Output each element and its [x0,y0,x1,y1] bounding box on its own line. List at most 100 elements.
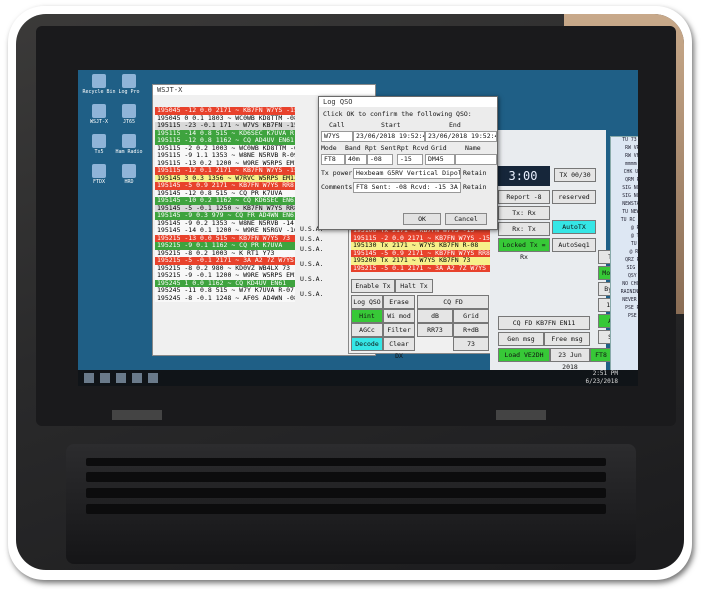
auto-tx-button[interactable]: AutoTX [552,220,596,234]
taskbar-clock[interactable]: 2:51 PM 6/23/2018 [585,370,618,386]
comments-field[interactable]: FT8 Sent: -08 Rcvd: -15 3A A2 [353,182,461,193]
macro-item[interactable]: QSY 2M 73 [611,273,638,281]
desktop-icon[interactable]: Tx5 [82,134,116,155]
macro-item[interactable]: TU NEWBAND 73 [611,209,638,217]
macro-item[interactable]: QRM PSE AGN [611,177,638,185]
retain-checkbox-2[interactable]: Retain [463,183,486,191]
macro-item[interactable]: PSE RPT RPT [611,305,638,313]
retain-checkbox-1[interactable]: Retain [463,169,486,177]
decode-row[interactable]: 195145 -5 -0.1 1250 ~ KB7FN W7YS RR8 [155,204,295,212]
macro-item[interactable]: TU RC BANDS 73 [611,217,638,225]
gen-msg-radio[interactable]: Gen msg [498,332,544,346]
macro-item[interactable]: SIG NO CPY 73 [611,193,638,201]
decode-row[interactable]: 195215 -9 -0.1 1200 ~ W9RE W5RPS EM13 [155,272,295,280]
decode-row[interactable]: 195145 3 0.3 1356 ~ W7RVC W5RPS EM13 [155,174,295,182]
rx-row[interactable]: 195215 -5 0.1 2171 ~ 3A A2 7Z W7YS [351,264,491,272]
decode-row[interactable]: 195115 -13 0.2 1200 ~ W9RE W5RPS EM13 [155,159,295,167]
agc-button[interactable]: AGCc [351,323,383,337]
73-button[interactable]: 73 [453,337,489,351]
rx-list[interactable]: 195100 Tx 2171 ~ KB7FN W7YS -15 195115 -… [351,227,491,272]
start-icon[interactable] [84,373,94,383]
macro-item[interactable]: TU D 73 [611,241,638,249]
decode-row[interactable]: 195245 -8 -0.1 1248 ~ AF0S AD4WN -08 [155,294,295,302]
report-spinbox[interactable]: Report -8 [498,190,550,204]
macro-item[interactable]: TU 73 NOW QRT [611,137,638,145]
decode-row[interactable]: 195115 -12 0.8 1162 ~ CQ AD4UV EN61 [155,137,295,145]
macro-item[interactable]: NEVER MIND 73 [611,297,638,305]
macro-item[interactable]: CHK UR CLOCK [611,169,638,177]
tx-power-field[interactable]: Hexbeam G5RV Vertical Dipole 6m EDZ [353,168,461,179]
rx-row[interactable]: 195130 Tx 2171 ~ W7YS KB7FN R-08 [351,242,491,250]
reserved-button[interactable]: reserved [552,190,596,204]
load-button[interactable]: Load VE2DH [498,348,550,362]
rpt-rcvd-field[interactable]: -15 [397,154,423,165]
ok-button[interactable]: OK [403,213,441,225]
decode-row[interactable]: 195145 -9 0.2 1353 ~ W8NE N5RVB -14 [155,219,295,227]
decode-row[interactable]: 195115 -12 0.1 2171 ~ KB7FN W7YS -15 [155,167,295,175]
start-field[interactable]: 23/06/2018 19:52:46 [353,131,425,142]
macro-item[interactable]: PSE SPLIT [611,313,638,321]
decode-row[interactable]: 195145 -5 0.9 2171 ~ KB7FN W7YS RR8 [155,182,295,190]
decode-row[interactable]: 195215 -13 0.0 515 ~ KB7FN W7YS 73 [155,234,295,242]
decode-row[interactable]: 195145 -10 0.2 1162 ~ CQ KD6SEC EN61 [155,197,295,205]
decode-row[interactable]: 195215 -8 0.2 1003 ~ K RT1 Y73 [155,249,295,257]
desktop-icon[interactable]: Log Pro [112,74,146,95]
macro-item[interactable]: RW VRY TU73 [611,145,638,153]
macro-item[interactable]: @ RC 73 [611,225,638,233]
desktop-icon[interactable]: JT65 [112,104,146,125]
grid-button[interactable]: Grid [453,309,489,323]
cq-fd-field[interactable]: CQ FD [417,295,489,309]
desktop-icon[interactable]: Recycle Bin [82,74,116,95]
wi-mod-button[interactable]: Wi mod [383,309,415,323]
decode-row[interactable]: 195045 0 0.1 1803 ~ WC0WB KD8TTM -08 [155,114,295,122]
locked-tx-rx-checkbox[interactable]: Locked Tx = Rx [498,238,550,261]
desktop-icon[interactable]: FTDX [82,164,116,185]
rr73-button[interactable]: RR73 [417,323,453,337]
macro-list[interactable]: TU 73 NOW QRT RW VRY TU73 RW VFL TU73 mm… [610,136,638,380]
grid-field[interactable]: DM45 [425,154,455,165]
free-msg-radio[interactable]: Free msg [544,332,590,346]
halt-tx-button[interactable]: Halt Tx [395,279,433,293]
decode-row[interactable]: 195215 -8 0.2 980 ~ KD0VZ WB4LX 73 [155,264,295,272]
rdb-button[interactable]: R+dB [453,323,489,337]
decode-row[interactable]: 195115 -23 -0.1 171 ~ W7VS KB7FN -15 [155,122,295,130]
macro-item[interactable]: SIG NIL 73 [611,265,638,273]
macro-item[interactable]: RW VFL TU73 [611,153,638,161]
macro-item[interactable]: @ TU 73 [611,233,638,241]
decode-row[interactable]: 195245 -11 0.8 515 ~ W7Y K7UVA R-07 [155,287,295,295]
decode-row[interactable]: 195115 -2 0.2 1003 ~ WC0WB KD8TTM -09 [155,144,295,152]
tx-period[interactable]: TX 00/30 [554,168,596,182]
auto-seq-checkbox[interactable]: AutoSeq1 [552,238,596,252]
macro-item[interactable]: QRZ PSE AGN [611,257,638,265]
search-icon[interactable] [100,373,110,383]
decode-row[interactable]: 195245 1 0.0 1162 ~ CQ KD4UV EN61 [155,279,295,287]
task-view-icon[interactable] [116,373,126,383]
decode-row[interactable]: 195215 -9 0.1 1162 ~ CQ PR K7UVA [155,242,295,250]
decode-button[interactable]: Decode [351,337,383,351]
desktop-icon[interactable]: WSJT-X [82,104,116,125]
db-button[interactable]: dB [417,309,453,323]
decode-row[interactable]: 195145 -14 0.1 1200 ~ W9RE N5RGV -16 [155,227,295,235]
clear-dx-button[interactable]: Clear DX [383,337,415,360]
explorer-icon[interactable] [148,373,158,383]
decode-list[interactable]: 195045 -12 0.0 2171 ~ KB7FN W7YS -15 195… [155,107,295,302]
rx-row[interactable]: 195115 -2 0.0 2171 ~ KB7FN W7YS -15 [351,234,491,242]
filter-button[interactable]: Filter [383,323,415,337]
macro-item[interactable]: RAINING QRT 73 [611,289,638,297]
decode-row[interactable]: 195215 -5 -0.1 2171 ~ 3A A2 7Z W7YS [155,257,295,265]
cq-fd-message[interactable]: CQ FD KB7FN EN11 [498,316,590,330]
decode-row[interactable]: 195145 -9 0.3 979 ~ CQ FR AD4WN EN61 [155,212,295,220]
macro-item[interactable]: SIG NO DECODE [611,185,638,193]
log-qso-button[interactable]: Log QSO [351,295,383,309]
hint-button[interactable]: Hint [351,309,383,323]
rx-tx-button[interactable]: Rx: Tx [498,222,550,236]
erase-button[interactable]: Erase [383,295,415,309]
name-field[interactable] [455,154,497,165]
enable-tx-button[interactable]: Enable Tx [351,279,395,293]
decode-row[interactable]: 195045 -12 0.0 2171 ~ KB7FN W7YS -15 [155,107,295,115]
macro-item[interactable]: NO CHOPS W8AT [611,281,638,289]
tx-rx-button[interactable]: Tx: Rx [498,206,550,220]
rx-row[interactable]: 195200 Tx 2171 ~ W7YS KB7FN 73 [351,257,491,265]
cancel-button[interactable]: Cancel [445,213,487,225]
decode-row[interactable]: 195115 -9 1.1 1353 ~ W8NE N5RVB R-09 [155,152,295,160]
